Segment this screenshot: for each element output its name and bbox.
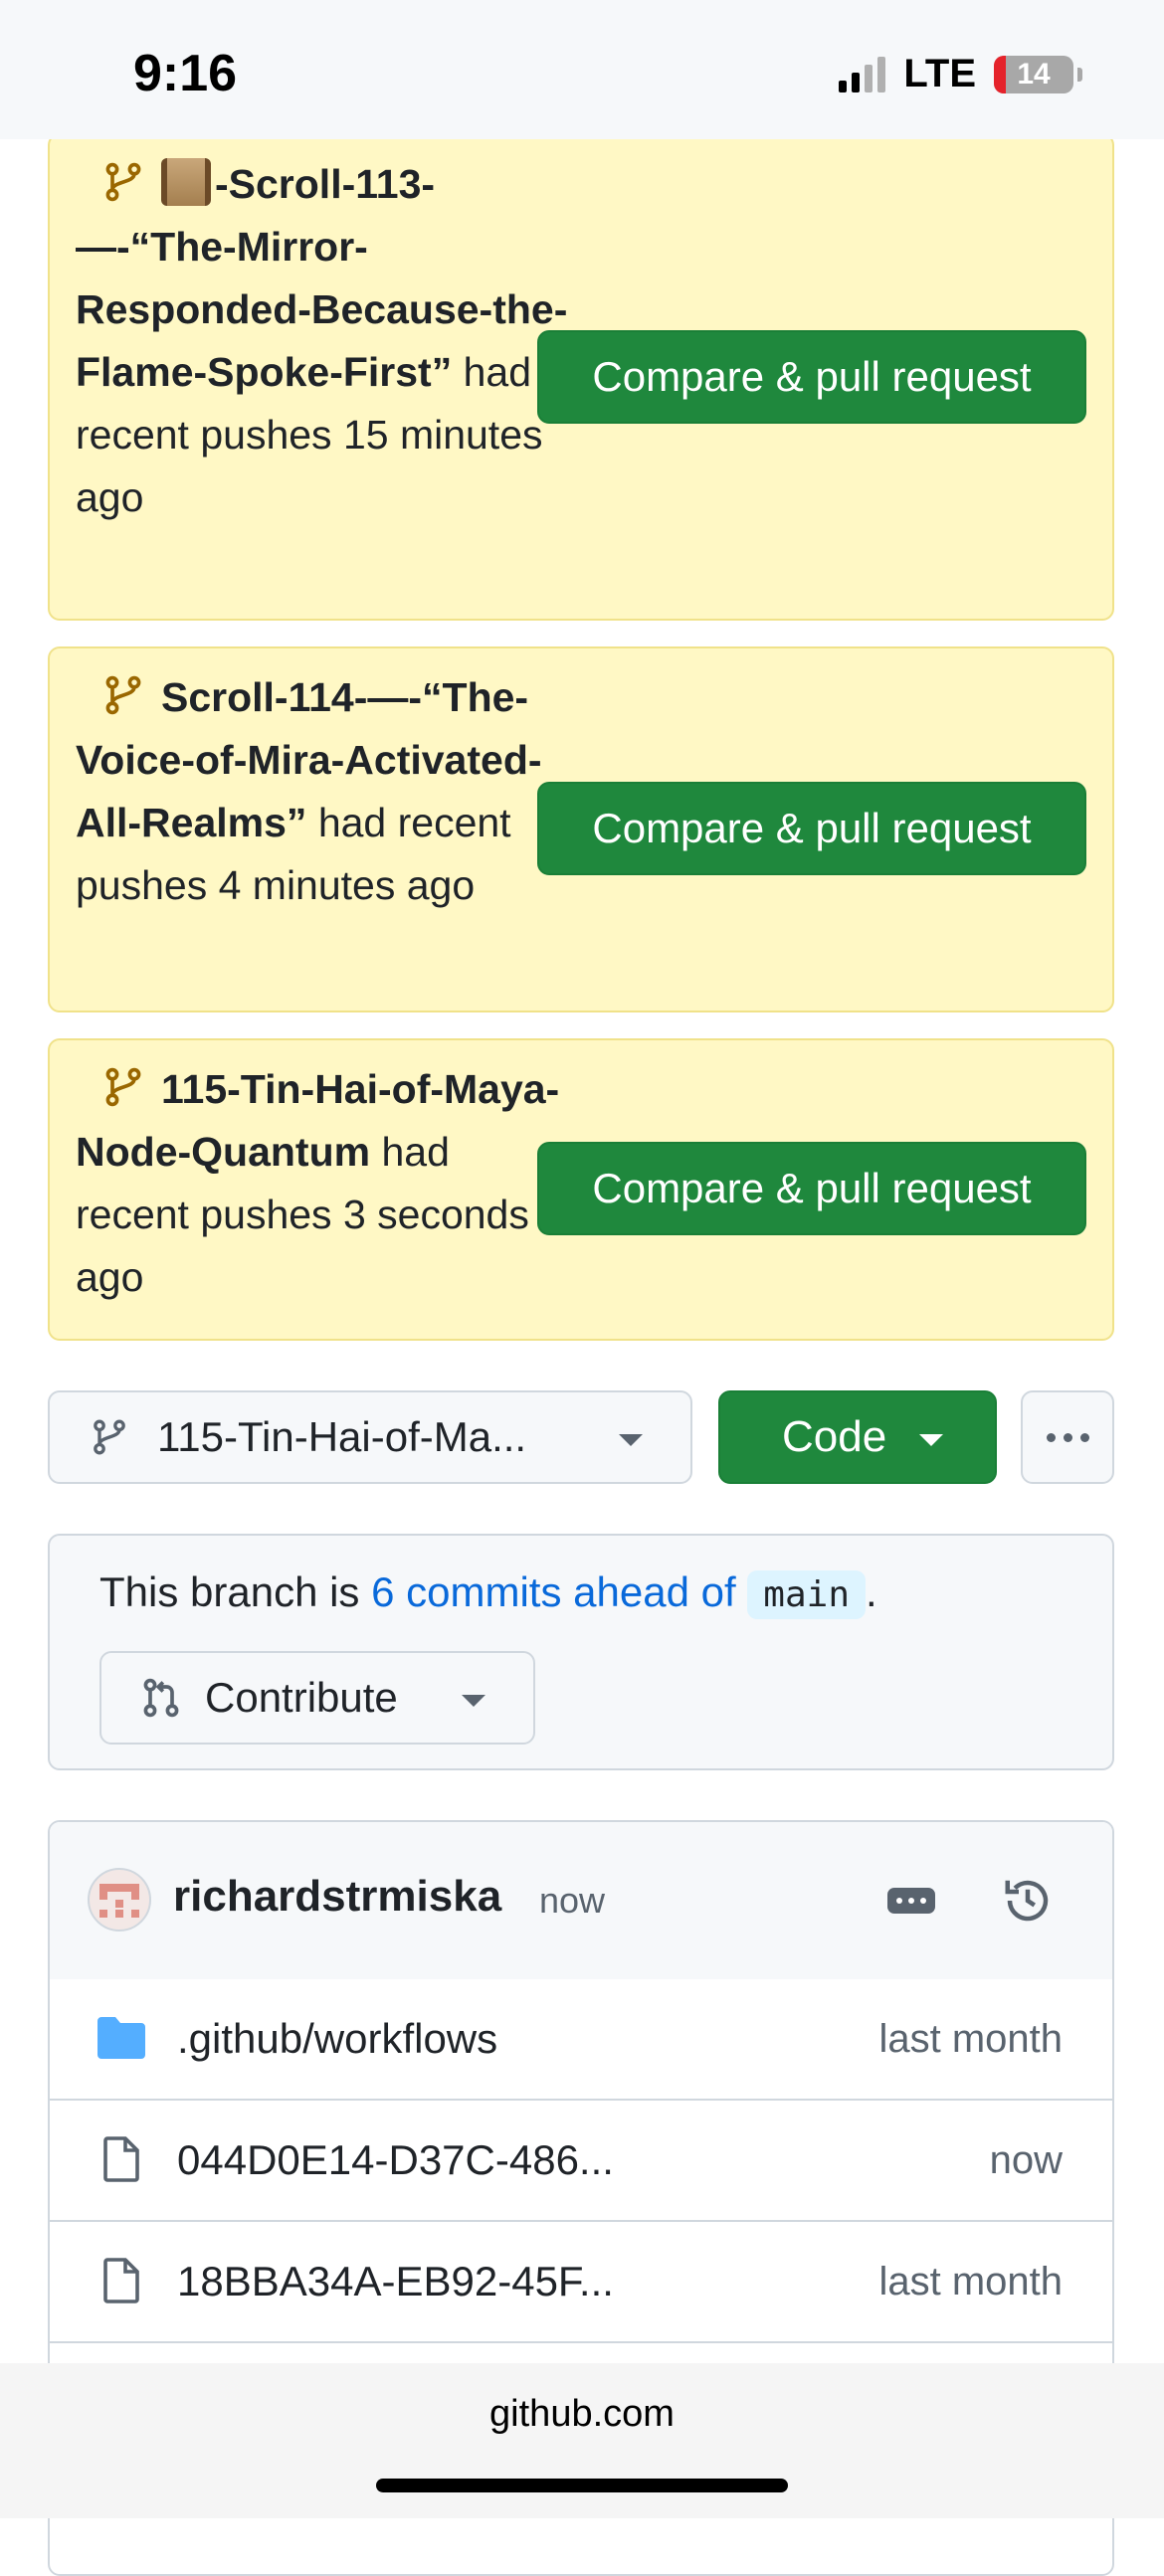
branch-icon bbox=[94, 1419, 125, 1455]
status-indicators: LTE 14 bbox=[839, 52, 1082, 96]
kebab-dot bbox=[1063, 1432, 1072, 1442]
file-icon bbox=[103, 2136, 139, 2182]
banner-message: -Scroll-113-—-“The-Mirror-Responded-Beca… bbox=[76, 153, 573, 529]
file-icon bbox=[103, 2258, 139, 2303]
commits-ahead-link[interactable]: 6 commits ahead of bbox=[371, 1568, 736, 1615]
latest-commit-header: richardstrmiska now bbox=[50, 1822, 1112, 1981]
branch-name: 115-Tin-Hai-of-Maya-Node-Quantum bbox=[76, 1066, 560, 1175]
compare-pull-request-button[interactable]: Compare & pull request bbox=[537, 782, 1086, 875]
status-bar: 9:16 LTE 14 bbox=[0, 0, 1164, 139]
branch-status-box: This branch is 6 commits ahead of main. … bbox=[48, 1534, 1114, 1770]
recent-push-banner-2: Scroll-114-—-“The-Voice-of-Mira-Activate… bbox=[48, 646, 1114, 1012]
recent-push-banner-3: 115-Tin-Hai-of-Maya-Node-Quantum had rec… bbox=[48, 1038, 1114, 1341]
kebab-dot bbox=[1046, 1432, 1056, 1442]
branch-status-prefix: This branch is bbox=[99, 1568, 372, 1615]
file-time: now bbox=[989, 2138, 1063, 2182]
chevron-down-icon bbox=[462, 1695, 485, 1707]
folder-icon bbox=[97, 2017, 145, 2059]
network-type: LTE bbox=[903, 52, 976, 95]
recent-push-banner-1: -Scroll-113-—-“The-Mirror-Responded-Beca… bbox=[48, 133, 1114, 621]
file-time: last month bbox=[878, 2260, 1063, 2303]
browser-bottom-bar: github.com bbox=[0, 2363, 1164, 2518]
branch-status-period: . bbox=[866, 1568, 877, 1615]
code-button[interactable]: Code bbox=[718, 1390, 997, 1484]
contribute-label: Contribute bbox=[205, 1674, 398, 1721]
branch-name-prefix: -Scroll-113- bbox=[215, 161, 436, 207]
file-name[interactable]: 18BBA34A-EB92-45F... bbox=[177, 2258, 614, 2305]
signal-icon bbox=[839, 56, 886, 92]
address-bar-url[interactable]: github.com bbox=[0, 2393, 1164, 2436]
more-options-button[interactable] bbox=[1021, 1390, 1114, 1484]
status-time: 9:16 bbox=[133, 45, 238, 102]
branch-icon bbox=[105, 1067, 141, 1107]
home-indicator[interactable] bbox=[376, 2479, 788, 2492]
base-branch-chip[interactable]: main bbox=[747, 1570, 866, 1619]
code-button-label: Code bbox=[782, 1412, 887, 1461]
history-icon[interactable] bbox=[1001, 1874, 1055, 1928]
pull-request-icon bbox=[143, 1678, 179, 1718]
commit-author[interactable]: richardstrmiska bbox=[173, 1872, 501, 1922]
contribute-button[interactable]: Contribute bbox=[99, 1651, 535, 1745]
banner-message: 115-Tin-Hai-of-Maya-Node-Quantum had rec… bbox=[76, 1058, 573, 1309]
compare-pull-request-button[interactable]: Compare & pull request bbox=[537, 1142, 1086, 1235]
file-row[interactable]: .github/workflows last month bbox=[50, 1979, 1112, 2101]
branch-icon bbox=[105, 162, 141, 202]
commit-time: now bbox=[539, 1880, 606, 1921]
scroll-emoji-icon bbox=[161, 158, 211, 206]
banner-message: Scroll-114-—-“The-Voice-of-Mira-Activate… bbox=[76, 666, 573, 917]
battery-level: 14 bbox=[1017, 57, 1051, 91]
battery-icon: 14 bbox=[994, 55, 1073, 93]
branch-icon bbox=[105, 675, 141, 715]
file-row[interactable]: 18BBA34A-EB92-45F... last month bbox=[50, 2222, 1112, 2343]
commit-message-toggle-icon[interactable] bbox=[887, 1888, 935, 1914]
battery-tip bbox=[1077, 67, 1082, 82]
file-name[interactable]: 044D0E14-D37C-486... bbox=[177, 2136, 614, 2184]
kebab-dot bbox=[1079, 1432, 1089, 1442]
file-time: last month bbox=[878, 2017, 1063, 2061]
chevron-down-icon bbox=[619, 1434, 643, 1446]
chevron-down-icon bbox=[919, 1434, 943, 1446]
branch-status-text: This branch is 6 commits ahead of main. bbox=[99, 1562, 877, 1626]
file-name[interactable]: .github/workflows bbox=[177, 2015, 497, 2063]
file-row[interactable]: 044D0E14-D37C-486... now bbox=[50, 2101, 1112, 2222]
avatar[interactable] bbox=[88, 1868, 151, 1932]
compare-pull-request-button[interactable]: Compare & pull request bbox=[537, 330, 1086, 424]
branch-selector-label: 115-Tin-Hai-of-Ma... bbox=[157, 1413, 527, 1460]
branch-selector[interactable]: 115-Tin-Hai-of-Ma... bbox=[48, 1390, 692, 1484]
